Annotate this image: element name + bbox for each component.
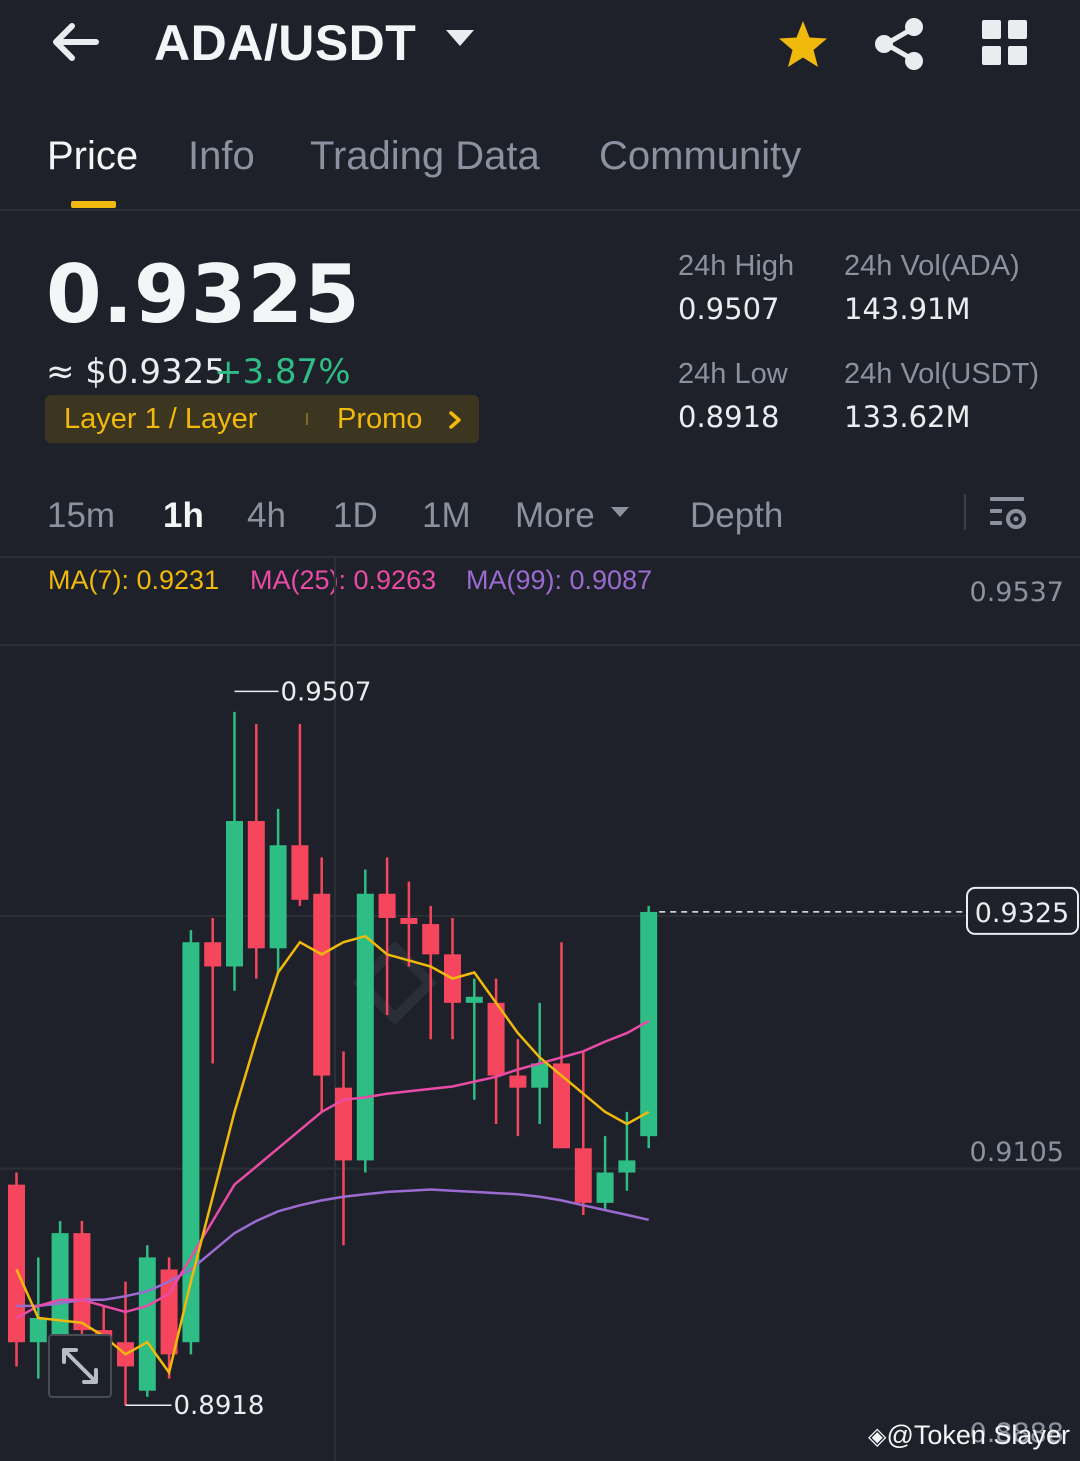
interval-1m[interactable]: 1M: [422, 496, 471, 536]
usd-price: ≈ $0.9325: [46, 352, 226, 392]
candle-up: [596, 1172, 614, 1203]
candle-down: [378, 893, 396, 918]
vol-usdt-label: 24h Vol(USDT): [844, 358, 1040, 390]
tab-trading-data[interactable]: Trading Data: [310, 134, 540, 179]
candle-down: [291, 845, 309, 900]
candle-down: [509, 1075, 527, 1088]
caret-down-icon[interactable]: [611, 507, 629, 517]
candle-down: [8, 1184, 25, 1343]
candle-down: [73, 1233, 91, 1331]
expand-chart-button[interactable]: [48, 1334, 112, 1398]
tab-divider: [0, 209, 1080, 211]
toolbar-divider: [964, 494, 966, 530]
active-tab-indicator: [71, 201, 116, 208]
low-label: 24h Low: [678, 358, 788, 390]
chart-settings-icon[interactable]: [988, 494, 1028, 534]
depth-tab[interactable]: Depth: [690, 496, 783, 536]
candle-down: [204, 942, 222, 967]
y-axis-tick-label: 0.9537: [970, 577, 1064, 608]
candle-down: [487, 1002, 505, 1076]
candle-up: [226, 821, 243, 967]
interval-more[interactable]: More: [515, 496, 595, 536]
low-value: 0.8918: [678, 400, 780, 434]
y-axis-tick-label: 0.9105: [970, 1137, 1064, 1168]
candlestick-chart[interactable]: 0.95370.91050.88880.95070.89180.9325: [0, 558, 1080, 1461]
watermark-text: @Token Slayer: [886, 1420, 1070, 1450]
interval-1h[interactable]: 1h: [163, 496, 204, 536]
candle-up: [531, 1063, 549, 1088]
share-icon[interactable]: [872, 16, 928, 72]
candle-down: [247, 821, 265, 949]
promo-link[interactable]: Promo: [337, 403, 422, 436]
logo-icon: ◈: [868, 1423, 887, 1450]
min-price-label: 0.8918: [174, 1391, 265, 1421]
pair-title[interactable]: ADA/USDT: [154, 14, 416, 72]
vol-usdt-value: 133.62M: [844, 400, 971, 434]
expand-icon: [62, 1348, 98, 1384]
high-label: 24h High: [678, 250, 795, 282]
candle-down: [400, 917, 418, 925]
candle-up: [269, 845, 287, 949]
interval-15m[interactable]: 15m: [47, 496, 115, 536]
chevron-right-icon[interactable]: [446, 410, 464, 430]
grid-icon[interactable]: [982, 20, 1028, 66]
last-price-tag-label: 0.9325: [975, 898, 1069, 929]
candle-down: [422, 924, 440, 955]
tab-price[interactable]: Price: [47, 134, 138, 179]
candle-up: [29, 1317, 47, 1343]
max-price-label: 0.9507: [281, 677, 372, 707]
candle-down: [574, 1148, 592, 1203]
star-icon[interactable]: [776, 18, 830, 72]
high-value: 0.9507: [678, 292, 780, 326]
tag-separator: [306, 413, 308, 425]
ma99-line: [16, 1188, 649, 1308]
caret-down-icon[interactable]: [446, 30, 474, 46]
interval-4h[interactable]: 4h: [247, 496, 286, 536]
last-price: 0.9325: [46, 248, 361, 341]
category-tag[interactable]: Layer 1 / Layer: [64, 403, 257, 436]
candle-up: [618, 1160, 636, 1173]
watermark: ◈@Token Slayer: [868, 1420, 1070, 1451]
candle-up: [356, 893, 374, 1161]
tab-community[interactable]: Community: [599, 134, 801, 179]
tab-info[interactable]: Info: [188, 134, 255, 179]
vol-ada-value: 143.91M: [844, 292, 971, 326]
candle-up: [465, 996, 483, 1003]
candle-down: [313, 893, 331, 1076]
candle-up: [138, 1257, 156, 1391]
vol-ada-label: 24h Vol(ADA): [844, 250, 1020, 282]
back-arrow-icon[interactable]: [48, 18, 104, 66]
price-change-percent: +3.87%: [214, 352, 351, 392]
interval-1d[interactable]: 1D: [333, 496, 378, 536]
